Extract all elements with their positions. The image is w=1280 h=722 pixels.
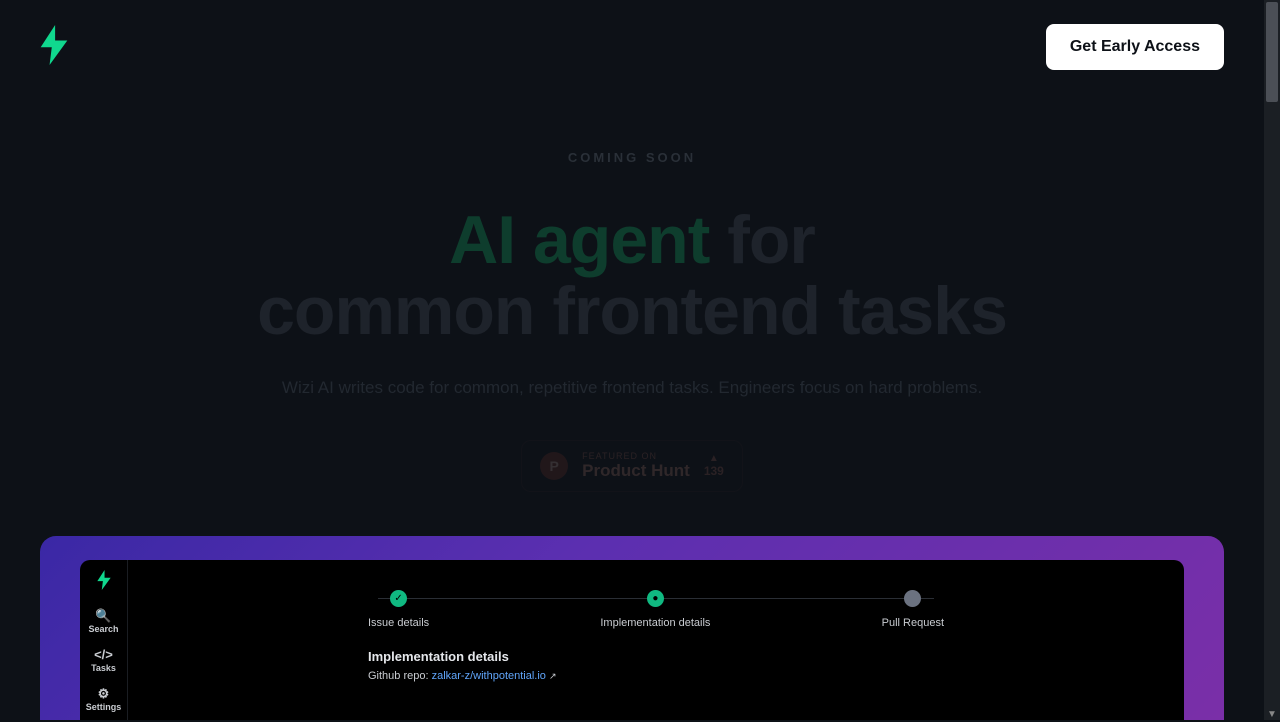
app-preview-window: 🔍 Search </> Tasks ⚙ Settings ✓ Issue de… bbox=[80, 560, 1184, 720]
sidebar-item-label: Search bbox=[88, 624, 118, 634]
sidebar-item-label: Settings bbox=[86, 702, 122, 712]
code-icon: </> bbox=[94, 648, 113, 661]
external-link-icon: ↗ bbox=[549, 671, 557, 681]
upvote-icon: ▲ bbox=[709, 453, 719, 464]
product-hunt-icon: P bbox=[540, 452, 568, 480]
preview-bolt-icon bbox=[97, 570, 111, 595]
step-issue-details[interactable]: ✓ Issue details bbox=[368, 590, 429, 629]
product-hunt-vote-count: 139 bbox=[704, 464, 724, 478]
step-dot-pending bbox=[904, 590, 921, 607]
step-dot-active: ● bbox=[647, 590, 664, 607]
product-hunt-badge[interactable]: P FEATURED ON Product Hunt ▲ 139 bbox=[521, 440, 743, 492]
product-hunt-votes: ▲ 139 bbox=[704, 453, 724, 478]
repo-link[interactable]: zalkar-z/withpotential.io bbox=[432, 670, 546, 682]
get-early-access-button[interactable]: Get Early Access bbox=[1046, 24, 1224, 70]
step-implementation-details[interactable]: ● Implementation details bbox=[600, 590, 710, 629]
gear-icon: ⚙ bbox=[98, 687, 110, 700]
hero-section: COMING SOON AI agent for common frontend… bbox=[0, 150, 1264, 492]
hero-title: AI agent for common frontend tasks bbox=[40, 205, 1224, 348]
check-icon: ✓ bbox=[390, 590, 407, 607]
progress-stepper: ✓ Issue details ● Implementation details… bbox=[368, 590, 944, 629]
coming-soon-pill: COMING SOON bbox=[40, 150, 1224, 165]
hero-subtitle: Wizi AI writes code for common, repetiti… bbox=[40, 378, 1224, 398]
section-title: Implementation details bbox=[368, 649, 1124, 664]
header: Get Early Access bbox=[0, 0, 1264, 94]
vertical-scrollbar[interactable]: ▲ ▼ bbox=[1264, 0, 1280, 720]
preview-main: ✓ Issue details ● Implementation details… bbox=[128, 560, 1184, 720]
search-icon: 🔍 bbox=[95, 609, 111, 622]
preview-sidebar: 🔍 Search </> Tasks ⚙ Settings bbox=[80, 560, 128, 720]
repo-meta-line: Github repo: zalkar-z/withpotential.io ↗ bbox=[368, 670, 1124, 682]
sidebar-item-label: Tasks bbox=[91, 663, 116, 673]
hero-title-rest-1: for bbox=[709, 202, 815, 278]
sidebar-item-search[interactable]: 🔍 Search bbox=[88, 609, 118, 634]
repo-meta-label: Github repo: bbox=[368, 670, 432, 682]
sidebar-item-settings[interactable]: ⚙ Settings bbox=[86, 687, 122, 712]
bolt-logo-icon bbox=[40, 25, 68, 70]
app-preview-frame: 🔍 Search </> Tasks ⚙ Settings ✓ Issue de… bbox=[40, 536, 1224, 720]
hero-title-accent: AI agent bbox=[449, 202, 709, 278]
scrollbar-thumb[interactable] bbox=[1266, 2, 1278, 102]
sidebar-item-tasks[interactable]: </> Tasks bbox=[91, 648, 116, 673]
step-label: Pull Request bbox=[882, 617, 944, 629]
product-hunt-featured-label: FEATURED ON bbox=[582, 451, 690, 461]
step-pull-request[interactable]: Pull Request bbox=[882, 590, 944, 629]
step-label: Implementation details bbox=[600, 617, 710, 629]
hero-title-line2: common frontend tasks bbox=[257, 273, 1007, 349]
product-hunt-name: Product Hunt bbox=[582, 461, 690, 481]
step-label: Issue details bbox=[368, 617, 429, 629]
product-hunt-text: FEATURED ON Product Hunt bbox=[582, 451, 690, 481]
